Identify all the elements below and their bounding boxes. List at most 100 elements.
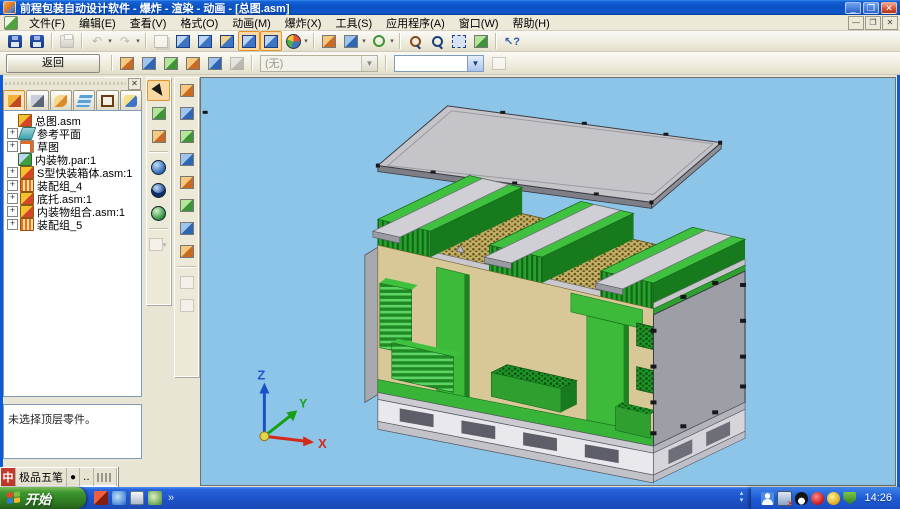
wireframe-view-button[interactable] — [216, 31, 238, 51]
expander-icon[interactable] — [7, 167, 18, 178]
refresh-view-button[interactable] — [368, 31, 390, 51]
refresh-dropdown[interactable]: ▾ — [388, 37, 396, 45]
shade-edges-view-button[interactable] — [147, 180, 170, 201]
shaded-edges-view-button[interactable] — [260, 31, 282, 51]
apply-configuration-button[interactable] — [488, 53, 510, 73]
undo-button[interactable]: ↶ — [86, 31, 108, 51]
ime-language-button[interactable]: 中 — [1, 468, 16, 486]
tab-layers[interactable] — [73, 90, 95, 112]
app-icon[interactable] — [3, 1, 16, 14]
menu-format[interactable]: 格式(O) — [173, 14, 225, 32]
view-override-button[interactable]: ▾ — [147, 234, 170, 255]
menu-explode[interactable]: 爆炸(X) — [278, 14, 329, 32]
tab-alternate-assemblies[interactable] — [50, 90, 72, 112]
edgebar-close-button[interactable]: ✕ — [128, 78, 141, 90]
auto-explode-button[interactable] — [116, 53, 138, 73]
render-mode-dropdown[interactable]: ▾ — [302, 37, 310, 45]
document-icon[interactable] — [4, 16, 18, 30]
quick-launch-desktop-icon[interactable] — [130, 491, 144, 505]
drag-component-tool-button[interactable] — [175, 172, 198, 193]
shade-view-button[interactable] — [147, 157, 170, 178]
expander-icon[interactable] — [7, 206, 18, 217]
ime-keyboard-button[interactable] — [94, 468, 117, 486]
select-tool-button[interactable] — [147, 80, 170, 101]
explode-part-tool-button[interactable] — [175, 103, 198, 124]
shaded-view-button[interactable] — [238, 31, 260, 51]
menu-edit[interactable]: 编辑(E) — [72, 14, 123, 32]
unbind-components-tool-button[interactable] — [175, 218, 198, 239]
network-disconnected-icon[interactable] — [777, 491, 792, 506]
zoom-button[interactable] — [426, 31, 448, 51]
start-button[interactable]: 开始 — [0, 487, 86, 509]
quick-launch-overflow-chevron[interactable]: » — [168, 492, 174, 504]
display-options-button[interactable] — [340, 31, 362, 51]
taskband-chevron[interactable]: ▴▾ — [735, 490, 747, 506]
flow-line-tool-button[interactable] — [175, 149, 198, 170]
display-configuration-button[interactable] — [175, 295, 198, 316]
restore-button[interactable]: ❐ — [863, 2, 879, 14]
clock[interactable]: 14:26 — [864, 492, 892, 504]
redo-button[interactable]: ↷ — [114, 31, 136, 51]
collapse-button[interactable] — [160, 53, 182, 73]
ime-name-label[interactable]: 极品五笔 — [16, 468, 67, 486]
menu-file[interactable]: 文件(F) — [22, 14, 72, 32]
deactivate-part-button[interactable] — [147, 126, 170, 147]
menu-animation[interactable]: 动画(M) — [225, 14, 278, 32]
visible-edges-view-button[interactable] — [147, 203, 170, 224]
save-all-button[interactable] — [26, 31, 48, 51]
quick-launch-messenger-icon[interactable] — [148, 491, 162, 505]
qq-messenger-icon[interactable] — [795, 492, 808, 505]
doc-close-button[interactable]: ✕ — [882, 16, 898, 30]
tab-sensors[interactable] — [96, 90, 118, 112]
tree-item-reference-planes[interactable]: 参考平面 — [7, 127, 140, 140]
antivirus-shield-icon[interactable] — [843, 492, 856, 505]
doc-restore-button[interactable]: ❐ — [865, 16, 881, 30]
fit-view-button[interactable] — [448, 31, 470, 51]
back-button[interactable]: 返回 — [6, 54, 100, 73]
save-button[interactable] — [4, 31, 26, 51]
expander-icon[interactable] — [7, 193, 18, 204]
edgebar-grip[interactable] — [5, 82, 126, 85]
context-help-button[interactable]: ↖? — [500, 31, 522, 51]
explode-button[interactable] — [138, 53, 160, 73]
expander-icon[interactable] — [7, 180, 18, 191]
expander-icon[interactable] — [7, 141, 18, 152]
tab-parts-library[interactable] — [26, 90, 48, 112]
color-manager-button[interactable] — [318, 31, 340, 51]
minimize-button[interactable]: _ — [845, 2, 861, 14]
menu-help[interactable]: 帮助(H) — [506, 14, 557, 32]
select-page-button[interactable] — [150, 31, 172, 51]
expander-icon[interactable] — [7, 128, 18, 139]
tab-feature-playback[interactable] — [120, 90, 142, 112]
view-orientation-button[interactable] — [172, 31, 194, 51]
menu-window[interactable]: 窗口(W) — [452, 14, 506, 32]
graphics-viewport[interactable]: Z Y X — [200, 77, 896, 486]
zoom-area-button[interactable] — [404, 31, 426, 51]
ime-punctuation-button[interactable]: ‥ — [80, 468, 94, 486]
move-part-tool-button[interactable] — [175, 126, 198, 147]
bind-components-tool-button[interactable] — [175, 195, 198, 216]
activate-part-button[interactable] — [147, 103, 170, 124]
animation-editor-button[interactable] — [175, 272, 198, 293]
select-set-combobox[interactable]: ▼ — [394, 55, 484, 72]
render-mode-button[interactable] — [282, 31, 304, 51]
quick-launch-media-icon[interactable] — [94, 491, 108, 505]
select-set-combo-arrow[interactable]: ▼ — [467, 56, 483, 71]
unbind-button[interactable] — [204, 53, 226, 73]
configuration-combo-arrow[interactable]: ▼ — [361, 56, 377, 71]
menu-tools[interactable]: 工具(S) — [328, 14, 379, 32]
user-tray-icon[interactable] — [761, 492, 774, 505]
previous-view-button[interactable] — [470, 31, 492, 51]
menu-view[interactable]: 查看(V) — [123, 14, 174, 32]
quick-launch-browser-icon[interactable] — [112, 491, 126, 505]
reposition-button[interactable] — [226, 53, 248, 73]
collapse-tool-button[interactable] — [175, 241, 198, 262]
tree-item-assembly-group-5[interactable]: 装配组_5 — [7, 218, 140, 231]
close-button[interactable]: ✕ — [881, 2, 897, 14]
bind-button[interactable] — [182, 53, 204, 73]
menu-applications[interactable]: 应用程序(A) — [379, 14, 452, 32]
named-views-button[interactable] — [194, 31, 216, 51]
ime-fullwidth-button[interactable]: ● — [67, 468, 80, 486]
tab-assembly-pathfinder[interactable] — [3, 90, 25, 112]
security-alert-icon[interactable] — [811, 492, 824, 505]
